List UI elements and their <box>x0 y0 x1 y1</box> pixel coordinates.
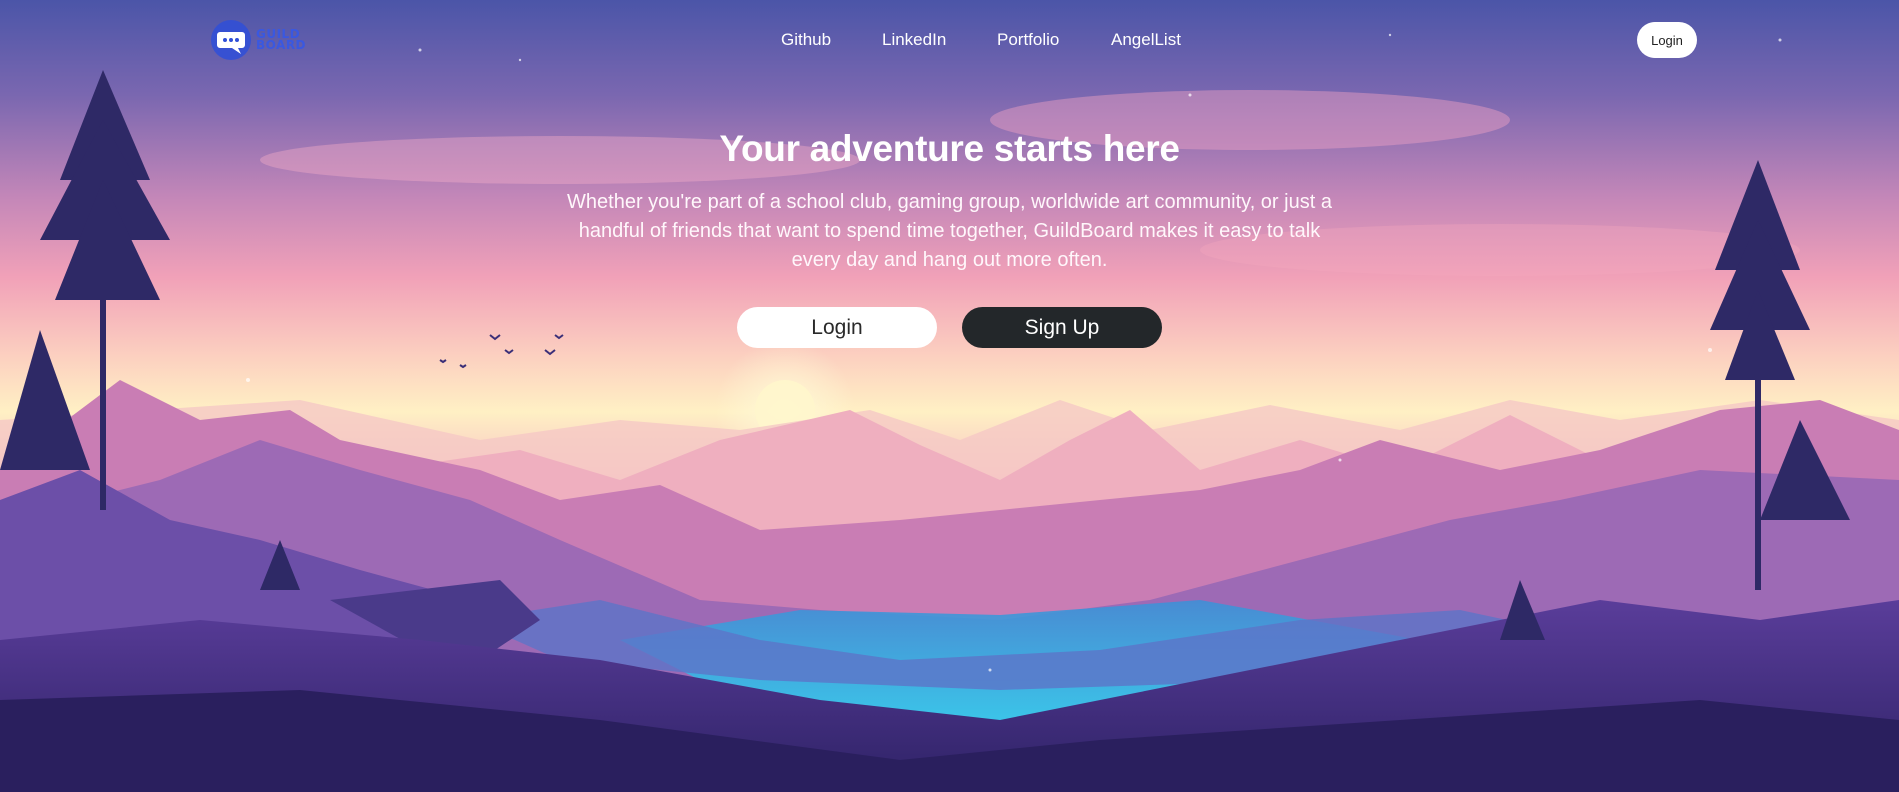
hero-signup-button[interactable]: Sign Up <box>962 307 1162 348</box>
hero-section: Your adventure starts here Whether you'r… <box>0 128 1899 275</box>
header-login-button[interactable]: Login <box>1637 22 1697 58</box>
nav-link-github[interactable]: Github <box>781 30 831 50</box>
background-landscape <box>0 0 1899 792</box>
chat-bubble-icon <box>211 20 251 60</box>
nav-link-portfolio[interactable]: Portfolio <box>997 30 1059 50</box>
hero-description: Whether you're part of a school club, ga… <box>567 191 1332 271</box>
nav-link-linkedin[interactable]: LinkedIn <box>882 30 946 50</box>
nav-link-angellist[interactable]: AngelList <box>1111 30 1181 50</box>
hero-login-button[interactable]: Login <box>737 307 937 348</box>
logo-wordmark: GUILD BOARD <box>256 28 307 52</box>
logo-text-line2: BOARD <box>256 38 307 52</box>
logo[interactable]: GUILD BOARD <box>210 18 310 62</box>
hero-title: Your adventure starts here <box>719 128 1180 169</box>
